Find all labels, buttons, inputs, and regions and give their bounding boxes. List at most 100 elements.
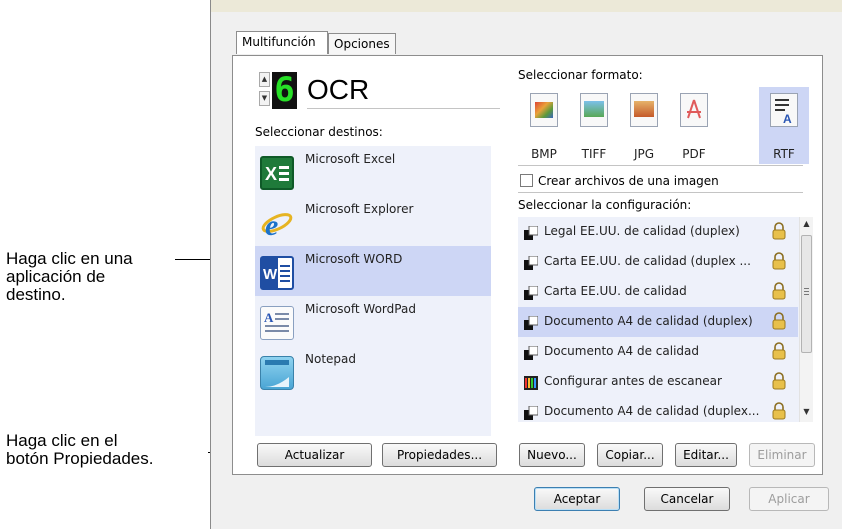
ok-button[interactable]: Aceptar bbox=[534, 487, 620, 511]
word-icon: W bbox=[260, 256, 294, 290]
jpg-file-icon bbox=[630, 93, 658, 127]
scanner-profile-icon bbox=[524, 285, 539, 300]
config-item-2[interactable]: Carta EE.UU. de calidad (duplex ... bbox=[518, 247, 798, 277]
formats-label: Seleccionar formato: bbox=[518, 68, 643, 82]
delete-button[interactable]: Eliminar bbox=[749, 443, 815, 467]
scroll-down-arrow-icon[interactable]: ▼ bbox=[800, 407, 813, 416]
format-label-tiff: TIFF bbox=[581, 147, 607, 161]
apply-button[interactable]: Aplicar bbox=[749, 487, 829, 511]
rtf-file-icon: A bbox=[770, 93, 798, 127]
config-name-underline bbox=[307, 108, 500, 109]
format-label-bmp: BMP bbox=[531, 147, 557, 161]
internet-explorer-icon: e bbox=[260, 206, 294, 242]
notepad-icon bbox=[260, 356, 294, 390]
config-name: OCR bbox=[307, 74, 370, 105]
tab-multifuncion[interactable]: Multifunción bbox=[236, 31, 328, 54]
destination-item-explorer[interactable]: e Microsoft Explorer bbox=[255, 196, 491, 246]
checkbox-separator bbox=[518, 192, 803, 193]
format-jpg[interactable]: JPG bbox=[619, 87, 669, 164]
callout-destination-line-2: aplicación de bbox=[6, 267, 106, 286]
svg-text:X: X bbox=[265, 164, 277, 184]
format-label-rtf: RTF bbox=[773, 147, 795, 161]
destination-item-excel[interactable]: X Microsoft Excel bbox=[255, 146, 491, 196]
scrollbar-thumb[interactable] bbox=[801, 235, 812, 353]
lock-icon bbox=[772, 372, 786, 390]
config-item-6[interactable]: Configurar antes de escanear bbox=[518, 367, 798, 397]
copy-button[interactable]: Copiar... bbox=[597, 443, 663, 467]
formats-separator bbox=[518, 165, 803, 166]
color-settings-icon bbox=[524, 375, 538, 390]
lock-icon bbox=[772, 282, 786, 300]
destination-label-explorer: Microsoft Explorer bbox=[305, 202, 414, 216]
configuration-scrollbar[interactable]: ▲ ▼ bbox=[799, 217, 813, 422]
callout-destination: Haga clic en una aplicación de destino. bbox=[6, 250, 133, 304]
lock-icon bbox=[772, 402, 786, 420]
lock-icon bbox=[772, 222, 786, 240]
new-button[interactable]: Nuevo... bbox=[519, 443, 585, 467]
bmp-file-icon bbox=[530, 93, 558, 127]
destination-label-word: Microsoft WORD bbox=[305, 252, 403, 266]
destination-label-excel: Microsoft Excel bbox=[305, 152, 396, 166]
pdf-file-icon bbox=[680, 93, 708, 127]
config-label-2: Carta EE.UU. de calidad (duplex ... bbox=[544, 254, 751, 268]
svg-text:W: W bbox=[263, 266, 278, 283]
config-label-7: Documento A4 de calidad (duplex... bbox=[544, 404, 760, 418]
config-item-7[interactable]: Documento A4 de calidad (duplex... bbox=[518, 397, 798, 422]
callout-properties-line-1: Haga clic en el bbox=[6, 431, 118, 450]
single-image-checkbox[interactable] bbox=[520, 174, 533, 187]
format-tiff[interactable]: TIFF bbox=[569, 87, 619, 164]
scroll-up-arrow-icon[interactable]: ▲ bbox=[800, 219, 813, 228]
wordpad-icon: A bbox=[260, 306, 294, 340]
scanner-profile-icon bbox=[524, 405, 539, 420]
format-label-pdf: PDF bbox=[682, 147, 706, 161]
configurations-label: Seleccionar la configuración: bbox=[518, 198, 692, 212]
destination-item-word[interactable]: W Microsoft WORD bbox=[255, 246, 491, 296]
excel-icon: X bbox=[260, 156, 294, 190]
configuration-list[interactable]: Legal EE.UU. de calidad (duplex) Carta E… bbox=[518, 217, 813, 422]
callout-destination-line-1: Haga clic en una bbox=[6, 249, 133, 268]
scanner-profile-icon bbox=[524, 315, 539, 330]
lock-icon bbox=[772, 312, 786, 330]
config-label-6: Configurar antes de escanear bbox=[544, 374, 722, 388]
config-item-3[interactable]: Carta EE.UU. de calidad bbox=[518, 277, 798, 307]
svg-text:A: A bbox=[264, 310, 274, 325]
config-label-5: Documento A4 de calidad bbox=[544, 344, 700, 358]
format-bmp[interactable]: BMP bbox=[519, 87, 569, 164]
callout-properties: Haga clic en el botón Propiedades. bbox=[6, 432, 153, 468]
config-label-4: Documento A4 de calidad (duplex) bbox=[544, 314, 753, 328]
format-pdf[interactable]: PDF bbox=[669, 87, 719, 164]
lock-icon bbox=[772, 342, 786, 360]
properties-button[interactable]: Propiedades... bbox=[382, 443, 497, 467]
refresh-button[interactable]: Actualizar bbox=[257, 443, 372, 467]
dialog-title-strip bbox=[211, 0, 842, 12]
callout-properties-line-2: botón Propiedades. bbox=[6, 449, 154, 468]
destination-label-notepad: Notepad bbox=[305, 352, 356, 366]
callout-destination-line-3: destino. bbox=[6, 285, 66, 304]
destination-list[interactable]: X Microsoft Excel e Microsoft Explorer W… bbox=[255, 146, 491, 436]
scanner-profile-icon bbox=[524, 225, 539, 240]
config-label-1: Legal EE.UU. de calidad (duplex) bbox=[544, 224, 740, 238]
config-item-4[interactable]: Documento A4 de calidad (duplex) bbox=[518, 307, 798, 337]
destination-item-notepad[interactable]: Notepad bbox=[255, 346, 491, 396]
lock-icon bbox=[772, 252, 786, 270]
destinations-label: Seleccionar destinos: bbox=[255, 125, 383, 139]
format-rtf[interactable]: A RTF bbox=[759, 87, 809, 164]
config-spinner-down[interactable]: ▼ bbox=[259, 91, 270, 106]
config-spinner-up[interactable]: ▲ bbox=[259, 72, 270, 87]
scanner-profile-icon bbox=[524, 255, 539, 270]
tiff-file-icon bbox=[580, 93, 608, 127]
format-label-jpg: JPG bbox=[633, 147, 655, 161]
edit-button[interactable]: Editar... bbox=[675, 443, 737, 467]
destination-label-wordpad: Microsoft WordPad bbox=[305, 302, 416, 316]
config-number-display: 6 bbox=[272, 72, 297, 109]
scanner-profile-icon bbox=[524, 345, 539, 360]
svg-text:e: e bbox=[265, 209, 278, 240]
destination-item-wordpad[interactable]: A Microsoft WordPad bbox=[255, 296, 491, 346]
single-image-label: Crear archivos de una imagen bbox=[538, 174, 719, 188]
config-item-1[interactable]: Legal EE.UU. de calidad (duplex) bbox=[518, 217, 798, 247]
tab-opciones[interactable]: Opciones bbox=[328, 33, 396, 54]
config-item-5[interactable]: Documento A4 de calidad bbox=[518, 337, 798, 367]
svg-text:A: A bbox=[783, 112, 792, 126]
cancel-button[interactable]: Cancelar bbox=[644, 487, 730, 511]
config-label-3: Carta EE.UU. de calidad bbox=[544, 284, 687, 298]
